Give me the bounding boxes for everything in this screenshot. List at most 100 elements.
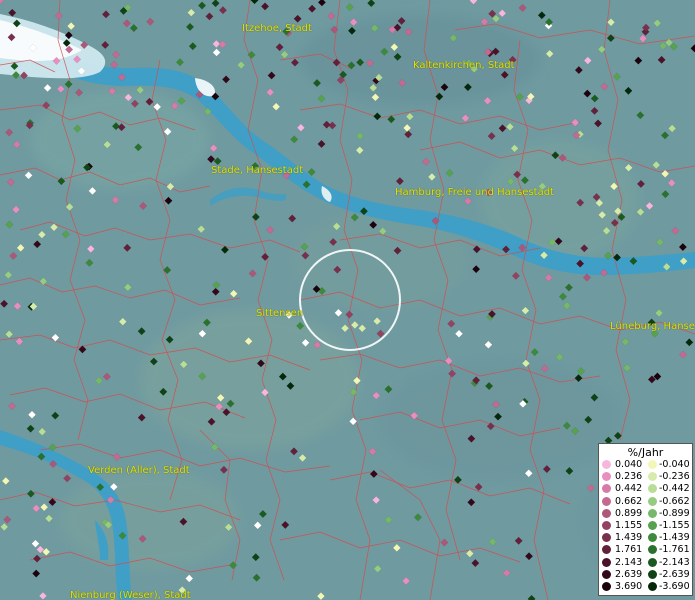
station-marker[interactable] bbox=[203, 107, 212, 116]
station-marker[interactable] bbox=[237, 60, 246, 70]
station-marker[interactable] bbox=[599, 268, 609, 277]
station-marker[interactable] bbox=[590, 106, 599, 115]
station-marker[interactable] bbox=[598, 210, 607, 219]
station-marker[interactable] bbox=[501, 245, 511, 254]
station-marker[interactable] bbox=[129, 23, 138, 33]
station-marker[interactable] bbox=[387, 115, 396, 124]
station-marker[interactable] bbox=[623, 363, 632, 372]
station-marker[interactable] bbox=[679, 257, 688, 266]
station-marker[interactable] bbox=[574, 66, 583, 75]
station-marker[interactable] bbox=[289, 447, 299, 456]
station-marker[interactable] bbox=[202, 318, 211, 327]
station-marker[interactable] bbox=[537, 11, 546, 20]
station-marker[interactable] bbox=[28, 43, 38, 52]
station-marker[interactable] bbox=[582, 273, 591, 282]
station-marker[interactable] bbox=[668, 124, 677, 133]
station-marker[interactable] bbox=[515, 92, 524, 101]
station-marker[interactable] bbox=[332, 222, 341, 231]
station-marker[interactable] bbox=[511, 271, 520, 280]
station-marker[interactable] bbox=[163, 127, 172, 136]
station-marker[interactable] bbox=[218, 40, 227, 49]
station-marker[interactable] bbox=[7, 402, 17, 411]
station-marker[interactable] bbox=[447, 319, 456, 328]
station-marker[interactable] bbox=[124, 93, 133, 102]
station-marker[interactable] bbox=[562, 301, 571, 310]
station-marker[interactable] bbox=[159, 387, 168, 396]
station-marker[interactable] bbox=[461, 114, 470, 123]
station-marker[interactable] bbox=[118, 531, 127, 540]
station-marker[interactable] bbox=[558, 153, 567, 162]
station-marker[interactable] bbox=[215, 402, 224, 411]
station-marker[interactable] bbox=[369, 83, 378, 92]
station-marker[interactable] bbox=[205, 12, 214, 21]
station-marker[interactable] bbox=[369, 220, 378, 229]
station-marker[interactable] bbox=[661, 169, 670, 178]
station-marker[interactable] bbox=[149, 357, 158, 366]
station-marker[interactable] bbox=[32, 554, 42, 563]
station-marker[interactable] bbox=[206, 155, 216, 164]
station-marker[interactable] bbox=[359, 207, 368, 216]
station-marker[interactable] bbox=[440, 83, 449, 92]
station-marker[interactable] bbox=[317, 139, 326, 149]
station-marker[interactable] bbox=[657, 55, 666, 64]
station-marker[interactable] bbox=[211, 92, 220, 101]
station-marker[interactable] bbox=[229, 561, 238, 570]
station-marker[interactable] bbox=[49, 223, 59, 232]
station-marker[interactable] bbox=[179, 517, 188, 526]
station-marker[interactable] bbox=[590, 393, 599, 402]
station-marker[interactable] bbox=[621, 337, 630, 347]
station-marker[interactable] bbox=[112, 452, 121, 461]
station-marker[interactable] bbox=[397, 16, 406, 25]
station-marker[interactable] bbox=[502, 568, 511, 578]
station-marker[interactable] bbox=[521, 359, 530, 368]
station-marker[interactable] bbox=[367, 0, 376, 8]
station-marker[interactable] bbox=[576, 198, 585, 207]
station-marker[interactable] bbox=[280, 50, 289, 59]
station-marker[interactable] bbox=[96, 483, 105, 492]
station-marker[interactable] bbox=[653, 19, 662, 28]
station-marker[interactable] bbox=[31, 539, 40, 548]
station-marker[interactable] bbox=[209, 144, 218, 153]
station-marker[interactable] bbox=[187, 8, 196, 17]
station-marker[interactable] bbox=[198, 329, 207, 338]
station-marker[interactable] bbox=[510, 144, 519, 153]
station-marker[interactable] bbox=[655, 238, 665, 247]
station-marker[interactable] bbox=[48, 498, 57, 507]
station-marker[interactable] bbox=[266, 225, 275, 235]
station-marker[interactable] bbox=[137, 413, 146, 422]
station-marker[interactable] bbox=[520, 176, 530, 185]
station-marker[interactable] bbox=[24, 171, 33, 180]
station-marker[interactable] bbox=[3, 515, 12, 524]
station-marker[interactable] bbox=[483, 96, 492, 105]
station-marker[interactable] bbox=[554, 237, 563, 246]
station-marker[interactable] bbox=[252, 573, 261, 582]
station-marker[interactable] bbox=[73, 55, 82, 64]
station-marker[interactable] bbox=[612, 72, 622, 81]
station-marker[interactable] bbox=[74, 88, 84, 97]
station-marker[interactable] bbox=[448, 369, 457, 378]
station-marker[interactable] bbox=[395, 177, 404, 186]
station-marker[interactable] bbox=[322, 120, 331, 129]
station-marker[interactable] bbox=[410, 411, 419, 420]
station-marker[interactable] bbox=[63, 474, 72, 483]
station-marker[interactable] bbox=[371, 93, 380, 102]
station-marker[interactable] bbox=[197, 225, 206, 234]
station-marker[interactable] bbox=[317, 0, 327, 7]
station-marker[interactable] bbox=[101, 40, 110, 50]
station-marker[interactable] bbox=[349, 18, 358, 27]
station-marker[interactable] bbox=[606, 34, 615, 43]
station-marker[interactable] bbox=[213, 157, 222, 166]
station-marker[interactable] bbox=[506, 177, 515, 186]
station-marker[interactable] bbox=[78, 345, 87, 354]
station-marker[interactable] bbox=[212, 281, 221, 290]
station-marker[interactable] bbox=[275, 43, 284, 52]
station-marker[interactable] bbox=[57, 177, 66, 186]
station-marker[interactable] bbox=[258, 509, 267, 519]
station-marker[interactable] bbox=[260, 2, 270, 11]
station-marker[interactable] bbox=[134, 143, 143, 152]
station-marker[interactable] bbox=[597, 45, 606, 54]
station-marker[interactable] bbox=[350, 320, 359, 330]
station-marker[interactable] bbox=[609, 182, 619, 191]
station-marker[interactable] bbox=[32, 569, 41, 578]
station-marker[interactable] bbox=[431, 216, 440, 225]
